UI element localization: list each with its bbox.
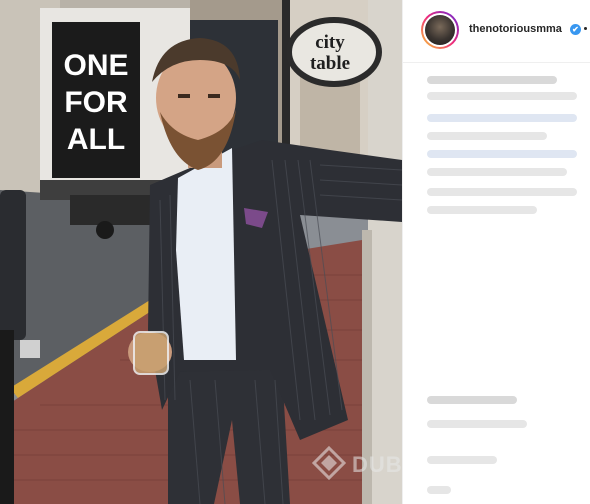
- watermark-text: DUBAIDOLBIL.COM: [352, 452, 402, 477]
- street-sign-line-1: city: [315, 32, 345, 53]
- truck-sign-line-2: FOR: [64, 86, 128, 119]
- post-photo: ONE FOR ALL city table DUB: [0, 0, 402, 504]
- post-side-panel: thenotoriousmma ✔: [402, 0, 590, 504]
- post-header: thenotoriousmma ✔: [403, 0, 590, 63]
- photo-illustration: ONE FOR ALL city table: [0, 0, 402, 504]
- truck-sign-line-1: ONE: [63, 49, 128, 82]
- verified-badge-icon: ✔: [570, 24, 581, 35]
- watermark-logo-icon: [312, 446, 346, 480]
- street-sign-line-2: table: [310, 53, 350, 74]
- avatar[interactable]: [421, 11, 459, 49]
- watermark: DUBAIDOLBIL.COM: [312, 444, 402, 484]
- more-dots-icon[interactable]: [584, 27, 587, 30]
- username-link[interactable]: thenotoriousmma: [469, 23, 562, 35]
- truck-sign-line-3: ALL: [67, 123, 125, 156]
